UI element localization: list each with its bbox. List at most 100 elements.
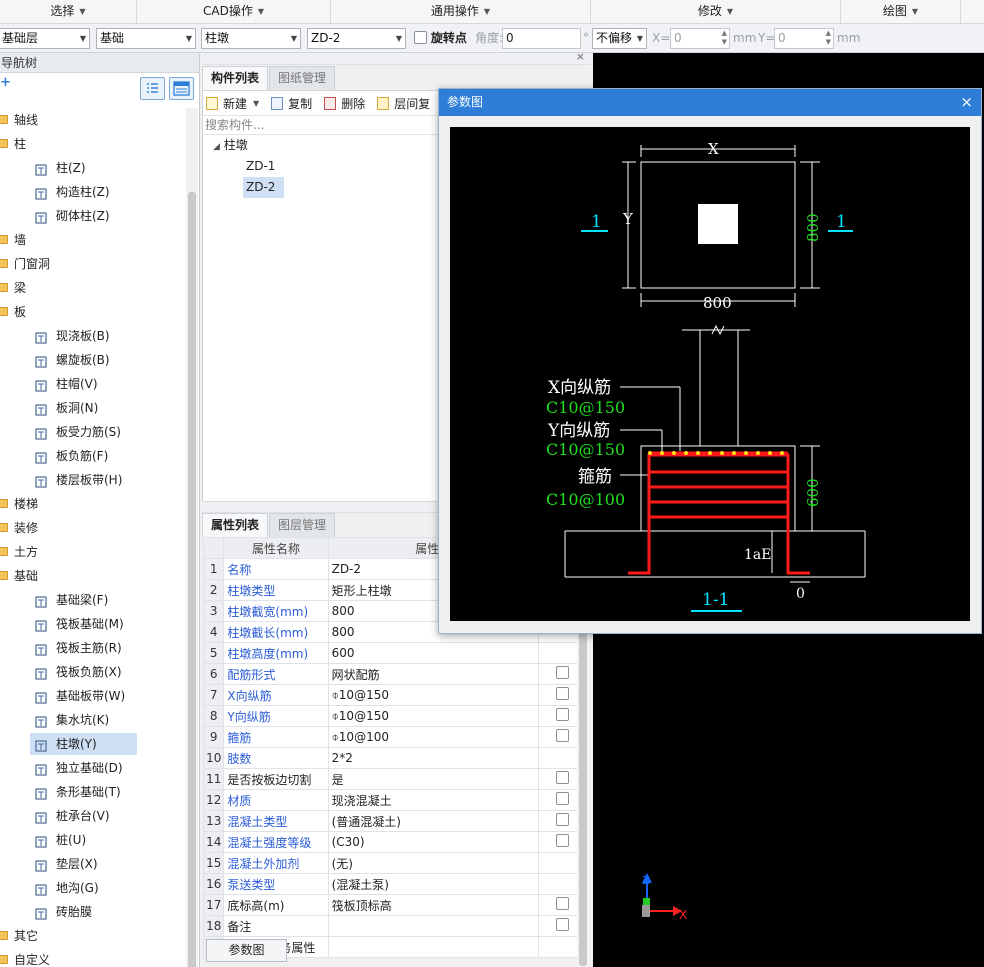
menu-draw[interactable]: 绘图 ▼ <box>841 0 961 24</box>
nav-item[interactable]: 板 <box>0 300 186 324</box>
nav-item[interactable]: 轴线 <box>0 108 186 132</box>
y-offset-input[interactable]: 0 ▲ ▼ <box>774 28 834 49</box>
rotate-checkbox[interactable] <box>414 31 427 44</box>
property-checkbox[interactable] <box>555 918 569 931</box>
nav-item[interactable]: 基础梁(F) <box>0 588 186 612</box>
angle-input[interactable]: 0 <box>502 28 581 49</box>
property-row[interactable]: 13 混凝土类型 (普通混凝土) <box>202 810 588 832</box>
nav-item[interactable]: 其它 <box>0 924 186 948</box>
floor-copy-button[interactable]: 层间复 <box>377 95 430 112</box>
floor-select[interactable]: 基础层 ▼ <box>0 28 90 49</box>
property-value[interactable]: 2*2 <box>327 747 539 769</box>
component-select[interactable]: ZD-2 ▼ <box>307 28 406 49</box>
property-row[interactable]: 6 配筋形式 网状配筋 <box>202 663 588 685</box>
property-value[interactable]: ⌽10@150 <box>327 684 539 706</box>
nav-item[interactable]: 楼梯 <box>0 492 186 516</box>
nav-item[interactable]: 墙 <box>0 228 186 252</box>
property-value[interactable]: (普通混凝土) <box>327 810 539 832</box>
nav-item[interactable]: 板负筋(F) <box>0 444 186 468</box>
param-figure-button[interactable]: 参数图 <box>206 939 287 962</box>
nav-item[interactable]: 柱帽(V) <box>0 372 186 396</box>
property-value[interactable]: 网状配筋 <box>327 663 539 685</box>
property-row[interactable]: 9 箍筋 ⌽10@100 <box>202 726 588 748</box>
type-select[interactable]: 柱墩 ▼ <box>201 28 301 49</box>
property-checkbox[interactable] <box>555 897 569 910</box>
tab-property-list[interactable]: 属性列表 <box>202 513 269 537</box>
property-row[interactable]: 11 是否按板边切割是 <box>202 768 588 790</box>
property-value[interactable]: 是 <box>327 768 539 790</box>
property-checkbox[interactable] <box>555 813 569 826</box>
property-value[interactable]: (C30) <box>327 831 539 853</box>
close-icon[interactable]: × <box>960 89 973 116</box>
nav-item[interactable]: 楼层板带(H) <box>0 468 186 492</box>
property-value[interactable]: (无) <box>327 852 539 874</box>
nav-item[interactable]: 现浇板(B) <box>0 324 186 348</box>
property-value[interactable]: 筏板顶标高 <box>327 894 539 916</box>
tab-layer-manage[interactable]: 图层管理 <box>269 513 336 537</box>
property-checkbox[interactable] <box>555 687 569 700</box>
grid-view-button[interactable] <box>169 77 194 100</box>
nav-item[interactable]: 基础 <box>0 564 186 588</box>
tab-drawing-manage[interactable]: 图纸管理 <box>269 66 336 90</box>
property-row[interactable]: 15 混凝土外加剂 (无) <box>202 852 588 874</box>
property-row[interactable]: 8 Y向纵筋 ⌽10@150 <box>202 705 588 727</box>
category-select[interactable]: 基础 ▼ <box>96 28 196 49</box>
nav-item[interactable]: 装修 <box>0 516 186 540</box>
property-row[interactable]: 7 X向纵筋 ⌽10@150 <box>202 684 588 706</box>
property-row[interactable]: 10 肢数 2*2 <box>202 747 588 769</box>
new-button[interactable]: 新建 ▼ <box>206 95 259 112</box>
property-checkbox[interactable] <box>555 729 569 742</box>
nav-scrollbar-thumb[interactable] <box>188 192 196 967</box>
property-value[interactable] <box>327 936 539 958</box>
nav-item[interactable]: 板受力筋(S) <box>0 420 186 444</box>
list-view-button[interactable] <box>140 77 165 100</box>
nav-item[interactable]: 集水坑(K) <box>0 708 186 732</box>
nav-item[interactable]: 土方 <box>0 540 186 564</box>
nav-scrollbar[interactable] <box>186 108 198 967</box>
property-value[interactable]: 600 <box>327 642 539 664</box>
delete-button[interactable]: 删除 <box>324 95 365 112</box>
nav-item[interactable]: 垫层(X) <box>0 852 186 876</box>
property-checkbox[interactable] <box>555 666 569 679</box>
property-row[interactable]: 16 泵送类型 (混凝土泵) <box>202 873 588 895</box>
nav-item[interactable]: 砌体柱(Z) <box>0 204 186 228</box>
nav-item[interactable]: 门窗洞 <box>0 252 186 276</box>
menu-common[interactable]: 通用操作 ▼ <box>331 0 591 24</box>
property-row[interactable]: 12 材质 现浇混凝土 <box>202 789 588 811</box>
offset-select[interactable]: 不偏移 ▼ <box>592 28 647 49</box>
property-value[interactable]: 现浇混凝土 <box>327 789 539 811</box>
property-row[interactable]: 14 混凝土强度等级 (C30) <box>202 831 588 853</box>
spinner-arrows-icon[interactable]: ▲ ▼ <box>722 29 727 47</box>
rotate-checkbox-group[interactable]: 旋转点 <box>414 28 467 49</box>
collapse-icon[interactable]: ◢ <box>213 142 220 152</box>
menu-select[interactable]: 选择 ▼ <box>0 0 137 24</box>
nav-item[interactable]: 柱 <box>0 132 186 156</box>
spinner-arrows-icon[interactable]: ▲ ▼ <box>826 29 831 47</box>
property-row[interactable]: 5 柱墩高度(mm) 600 <box>202 642 588 664</box>
property-value[interactable]: (混凝土泵) <box>327 873 539 895</box>
property-checkbox[interactable] <box>555 771 569 784</box>
nav-item[interactable]: 梁 <box>0 276 186 300</box>
x-offset-input[interactable]: 0 ▲ ▼ <box>670 28 730 49</box>
menu-cad[interactable]: CAD操作 ▼ <box>137 0 331 24</box>
nav-item[interactable]: 筏板负筋(X) <box>0 660 186 684</box>
nav-item[interactable]: 自定义 <box>0 948 186 967</box>
nav-item[interactable]: 桩(U) <box>0 828 186 852</box>
property-checkbox[interactable] <box>555 792 569 805</box>
nav-item[interactable]: 筏板主筋(R) <box>0 636 186 660</box>
nav-item[interactable]: 条形基础(T) <box>0 780 186 804</box>
property-value[interactable]: ⌽10@100 <box>327 726 539 748</box>
close-icon[interactable]: × <box>576 50 585 63</box>
nav-item[interactable]: 螺旋板(B) <box>0 348 186 372</box>
tab-component-list[interactable]: 构件列表 <box>202 66 269 90</box>
nav-item[interactable]: 基础板带(W) <box>0 684 186 708</box>
copy-button[interactable]: 复制 <box>271 95 312 112</box>
nav-item[interactable]: 砖胎膜 <box>0 900 186 924</box>
property-value[interactable] <box>327 915 539 937</box>
menu-modify[interactable]: 修改 ▼ <box>591 0 841 24</box>
nav-item[interactable]: 构造柱(Z) <box>0 180 186 204</box>
property-checkbox[interactable] <box>555 834 569 847</box>
property-value[interactable]: ⌽10@150 <box>327 705 539 727</box>
nav-item[interactable]: 板洞(N) <box>0 396 186 420</box>
property-row[interactable]: 17 底标高(m) 筏板顶标高 <box>202 894 588 916</box>
